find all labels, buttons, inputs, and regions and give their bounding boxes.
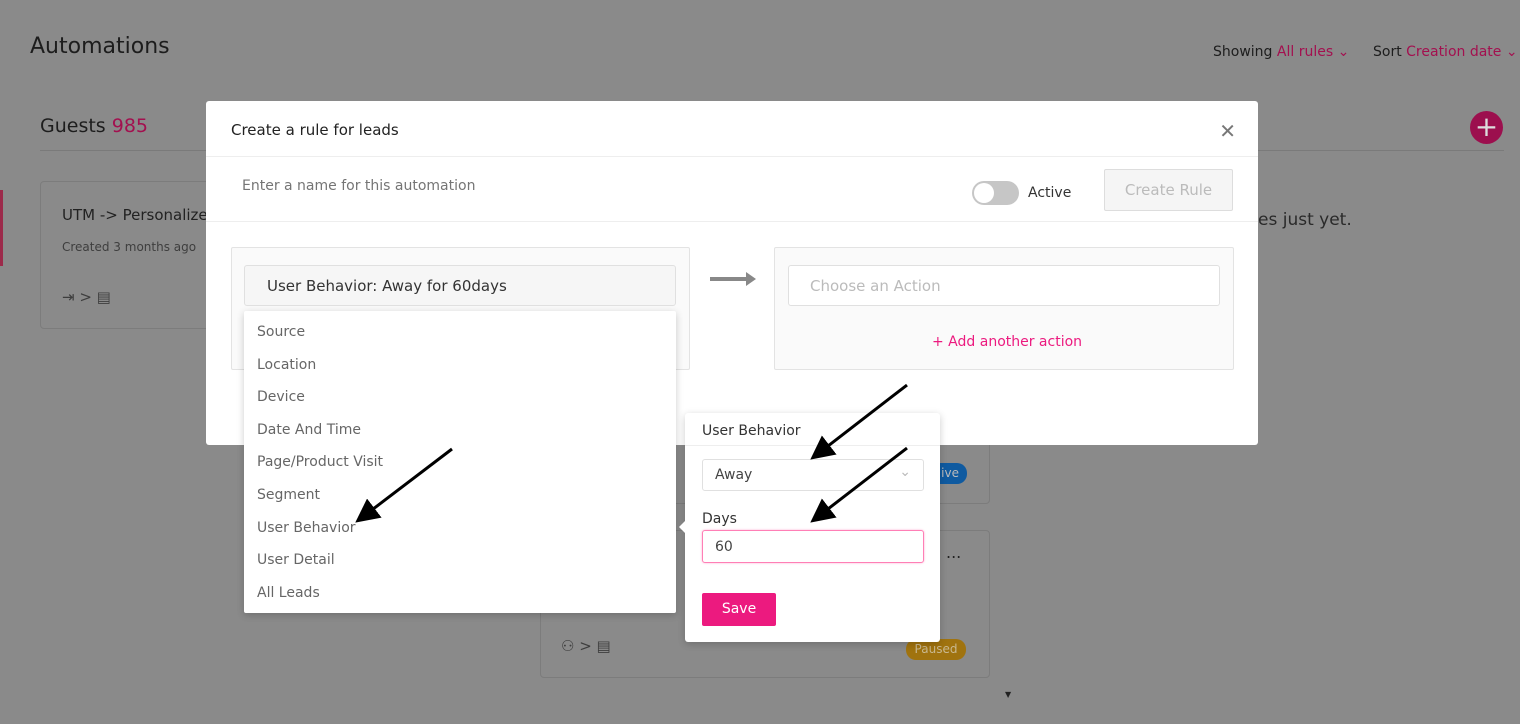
- add-rule-button[interactable]: +: [1470, 111, 1503, 144]
- option-user-behavior[interactable]: User Behavior: [244, 512, 676, 545]
- card-menu-button[interactable]: ...: [946, 543, 961, 562]
- option-location[interactable]: Location: [244, 349, 676, 382]
- name-row: [206, 158, 1258, 222]
- popover-title: User Behavior: [685, 413, 940, 446]
- days-label: Days: [702, 511, 737, 527]
- popover-pointer: [679, 521, 685, 533]
- guests-heading: Guests 985: [40, 115, 148, 137]
- modal-title: Create a rule for leads: [206, 101, 1258, 157]
- sort-value: Creation date: [1406, 44, 1502, 60]
- create-rule-button[interactable]: Create Rule: [1104, 169, 1233, 211]
- option-device[interactable]: Device: [244, 381, 676, 414]
- behavior-select[interactable]: Away ⌄: [702, 459, 924, 491]
- scroll-down-icon[interactable]: ▼: [1005, 690, 1011, 699]
- chevron-down-icon: ⌄: [1333, 44, 1350, 60]
- automation-name-input[interactable]: [242, 178, 742, 194]
- showing-filter[interactable]: Showing All rules ⌄: [1213, 44, 1349, 60]
- card-title: UTM -> Personalize: [62, 206, 208, 224]
- option-user-detail[interactable]: User Detail: [244, 544, 676, 577]
- chevron-down-icon: ⌄: [899, 464, 911, 480]
- sort-label: Sort: [1373, 44, 1402, 60]
- condition-dropdown: Source Location Device Date And Time Pag…: [244, 311, 676, 613]
- option-source[interactable]: Source: [244, 316, 676, 349]
- arrow-right-icon: [710, 272, 756, 286]
- active-label: Active: [1028, 185, 1072, 201]
- sort-filter[interactable]: Sort Creation date ⌄: [1373, 44, 1518, 60]
- user-behavior-popover: User Behavior Away ⌄ Days Save: [679, 413, 940, 642]
- action-select[interactable]: Choose an Action: [788, 265, 1220, 306]
- flow-icons: ⚇ > ▤: [561, 637, 611, 655]
- add-action-link[interactable]: + Add another action: [932, 334, 1082, 350]
- option-date-and-time[interactable]: Date And Time: [244, 414, 676, 447]
- option-page-product-visit[interactable]: Page/Product Visit: [244, 446, 676, 479]
- days-input[interactable]: [702, 530, 924, 563]
- showing-label: Showing: [1213, 44, 1273, 60]
- flow-icons: ⇥ > ▤: [62, 288, 111, 306]
- close-icon[interactable]: ✕: [1219, 119, 1236, 143]
- card-created: Created 3 months ago: [62, 240, 197, 254]
- chevron-down-icon: ⌄: [1501, 44, 1518, 60]
- guests-count: 985: [111, 115, 149, 137]
- sidebar-indicator: [0, 190, 3, 266]
- guests-label: Guests: [40, 115, 106, 137]
- showing-value: All rules: [1276, 44, 1334, 60]
- behavior-select-value: Away: [715, 467, 753, 483]
- option-all-leads[interactable]: All Leads: [244, 577, 676, 610]
- page-title: Automations: [30, 34, 170, 59]
- condition-select[interactable]: User Behavior: Away for 60days: [244, 265, 676, 306]
- status-badge: Paused: [906, 639, 966, 660]
- active-toggle[interactable]: [972, 181, 1019, 205]
- save-button[interactable]: Save: [702, 593, 776, 626]
- empty-state-text: es just yet.: [1258, 210, 1352, 230]
- option-segment[interactable]: Segment: [244, 479, 676, 512]
